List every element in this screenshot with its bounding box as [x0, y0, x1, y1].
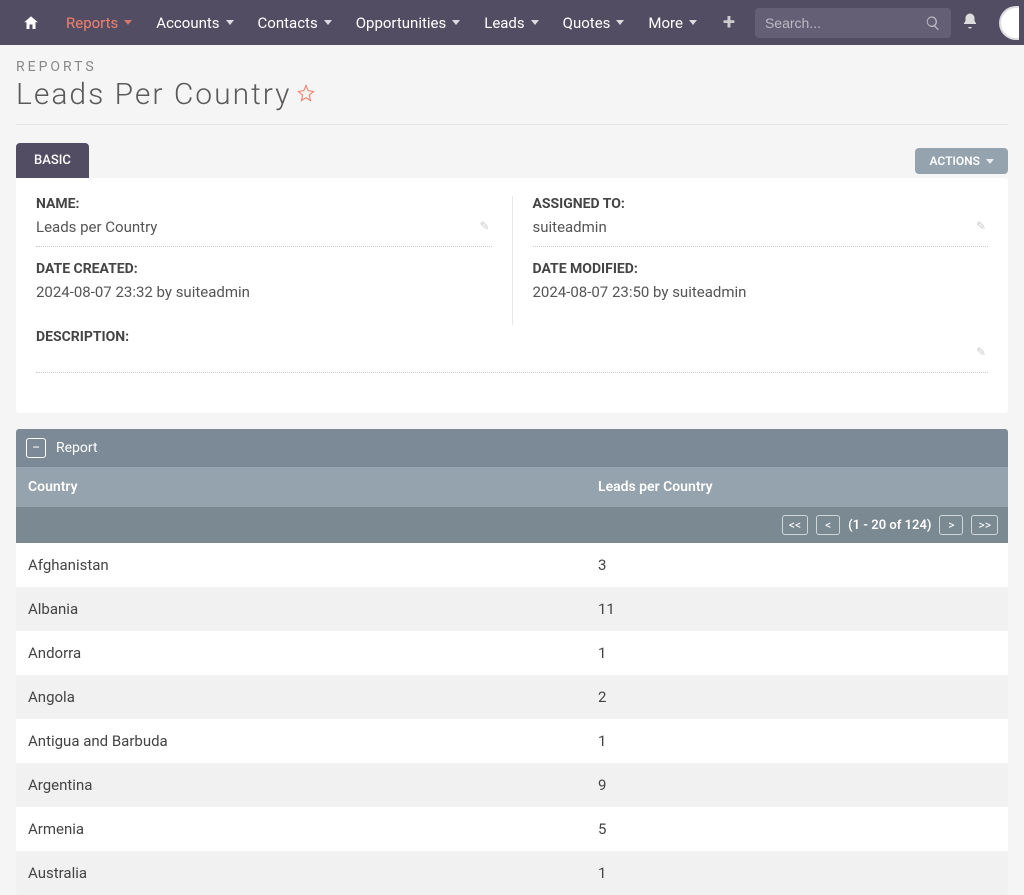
pager-range: (1 - 20 of 124) — [848, 518, 931, 533]
cell-country: Armenia — [16, 807, 586, 851]
actions-label: ACTIONS — [929, 154, 980, 168]
breadcrumb: REPORTS — [16, 59, 1008, 75]
cell-leads: 1 — [586, 719, 1008, 763]
cell-country: Antigua and Barbuda — [16, 719, 586, 763]
page-body: REPORTS Leads Per Country BASIC ACTIONS … — [0, 45, 1024, 413]
cell-leads: 9 — [586, 763, 1008, 807]
created-label: DATE CREATED: — [36, 261, 492, 277]
report-panel: − Report Country Leads per Country << < … — [16, 429, 1008, 895]
chevron-down-icon — [531, 20, 539, 25]
nav-right — [951, 6, 1019, 40]
edit-description-button[interactable]: ✎ — [976, 345, 986, 359]
chevron-down-icon — [986, 159, 994, 164]
pager-next-button[interactable]: > — [939, 515, 963, 535]
actions-button[interactable]: ACTIONS — [915, 148, 1008, 174]
cell-country: Albania — [16, 587, 586, 631]
title-row: Leads Per Country — [16, 77, 1008, 125]
created-value: 2024-08-07 23:32 by suiteadmin — [36, 283, 492, 311]
nav-label: Contacts — [258, 14, 318, 32]
cell-leads: 5 — [586, 807, 1008, 851]
pager: << < (1 - 20 of 124) > >> — [16, 507, 1008, 543]
table-row: Afghanistan3 — [16, 543, 1008, 587]
table-row: Angola2 — [16, 675, 1008, 719]
cell-leads: 11 — [586, 587, 1008, 631]
nav-leads[interactable]: Leads — [472, 0, 550, 45]
cell-leads: 3 — [586, 543, 1008, 587]
table-header: Country Leads per Country — [16, 467, 1008, 507]
nav-opportunities[interactable]: Opportunities — [344, 0, 473, 45]
name-label: NAME: — [36, 196, 492, 212]
cell-country: Australia — [16, 851, 586, 895]
search-icon[interactable] — [925, 15, 941, 31]
panel-title: Report — [56, 440, 98, 456]
chevron-down-icon — [124, 20, 132, 25]
description-value — [36, 351, 988, 373]
page-title: Leads Per Country — [16, 77, 291, 112]
assigned-value: suiteadmin — [533, 218, 989, 247]
nav-label: Reports — [66, 14, 118, 32]
chevron-down-icon — [689, 20, 697, 25]
col-country-header[interactable]: Country — [16, 467, 586, 507]
edit-assigned-button[interactable]: ✎ — [976, 219, 986, 233]
assigned-label: ASSIGNED TO: — [533, 196, 989, 212]
cell-country: Andorra — [16, 631, 586, 675]
edit-name-button[interactable]: ✎ — [479, 219, 489, 233]
nav-reports[interactable]: Reports — [54, 0, 144, 45]
panel-header: − Report — [16, 429, 1008, 467]
tab-basic[interactable]: BASIC — [16, 143, 89, 178]
pager-prev-button[interactable]: < — [816, 515, 840, 535]
nav-label: Leads — [484, 14, 524, 32]
tabs-row: BASIC ACTIONS — [16, 143, 1008, 178]
top-nav: Reports Accounts Contacts Opportunities … — [0, 0, 1024, 45]
cell-leads: 1 — [586, 631, 1008, 675]
chevron-down-icon — [324, 20, 332, 25]
chevron-down-icon — [452, 20, 460, 25]
name-value: Leads per Country — [36, 218, 492, 247]
table-row: Andorra1 — [16, 631, 1008, 675]
nav-more[interactable]: More — [636, 0, 709, 45]
table-row: Argentina9 — [16, 763, 1008, 807]
pager-first-button[interactable]: << — [782, 515, 808, 535]
description-label: DESCRIPTION: — [36, 329, 988, 345]
cell-leads: 2 — [586, 675, 1008, 719]
search-input[interactable] — [765, 15, 925, 31]
search-wrap — [755, 8, 951, 38]
cell-country: Angola — [16, 675, 586, 719]
table-body: Afghanistan3 Albania11 Andorra1 Angola2 … — [16, 543, 1008, 895]
chevron-down-icon — [226, 20, 234, 25]
collapse-button[interactable]: − — [26, 438, 46, 458]
table-row: Antigua and Barbuda1 — [16, 719, 1008, 763]
table-row: Albania11 — [16, 587, 1008, 631]
nav-accounts[interactable]: Accounts — [144, 0, 245, 45]
cell-country: Afghanistan — [16, 543, 586, 587]
cell-country: Argentina — [16, 763, 586, 807]
notifications-button[interactable] — [951, 12, 989, 34]
bell-icon — [961, 12, 979, 30]
table-row: Armenia5 — [16, 807, 1008, 851]
modified-label: DATE MODIFIED: — [533, 261, 989, 277]
modified-value: 2024-08-07 23:50 by suiteadmin — [533, 283, 989, 311]
nav-contacts[interactable]: Contacts — [246, 0, 344, 45]
nav-label: Quotes — [563, 14, 611, 32]
detail-panel: NAME: Leads per Country ✎ DATE CREATED: … — [16, 178, 1008, 413]
star-icon — [297, 84, 315, 102]
nav-quotes[interactable]: Quotes — [551, 0, 637, 45]
cell-leads: 1 — [586, 851, 1008, 895]
avatar[interactable] — [999, 6, 1019, 40]
nav-label: Opportunities — [356, 14, 447, 32]
col-leads-header[interactable]: Leads per Country — [586, 467, 1008, 507]
favorite-toggle[interactable] — [297, 83, 315, 107]
nav-label: More — [648, 14, 683, 32]
quick-create-button[interactable]: + — [709, 10, 749, 35]
chevron-down-icon — [616, 20, 624, 25]
table-row: Australia1 — [16, 851, 1008, 895]
home-icon — [22, 14, 40, 32]
nav-home[interactable] — [8, 14, 54, 32]
nav-label: Accounts — [156, 14, 219, 32]
pager-last-button[interactable]: >> — [971, 515, 998, 535]
